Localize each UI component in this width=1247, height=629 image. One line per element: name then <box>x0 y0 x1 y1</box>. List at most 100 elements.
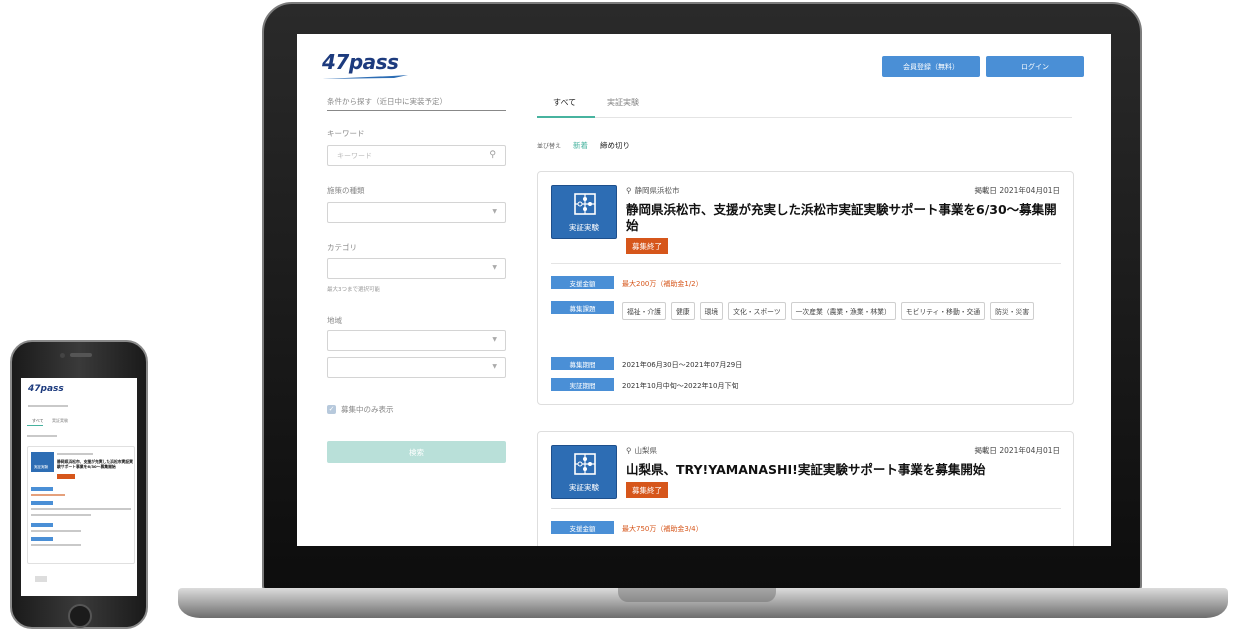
experiment-category-icon: 実証実験 <box>551 445 617 499</box>
region-select-prefecture[interactable]: ▼ <box>327 330 506 351</box>
chevron-down-icon: ▼ <box>492 363 497 370</box>
category-icon-label: 実証実験 <box>569 483 599 492</box>
mobile-tab-indicator <box>27 425 43 426</box>
filter-title: 条件から探す（近日中に実装予定） <box>327 96 506 111</box>
laptop-screen: 47pass 会員登録（無料） ログイン 条件から探す（近日中に実装予定） キー… <box>297 34 1111 546</box>
location-text: 山梨県 <box>634 446 658 455</box>
card-location: ⚲ 山梨県 <box>626 445 657 456</box>
keyword-label: キーワード <box>327 129 365 138</box>
topic-tag[interactable]: 一次産業（農業・漁業・林業） <box>790 302 896 320</box>
experiment-period-label: 実証期間 <box>551 378 614 391</box>
login-button[interactable]: ログイン <box>986 56 1084 77</box>
check-icon: ✓ <box>327 405 336 414</box>
mobile-tag-line <box>31 514 91 516</box>
project-card[interactable]: 実証実験 ⚲ 静岡県浜松市 掲載日 2021年04月01日 静岡県浜松市、支援が… <box>537 171 1074 405</box>
mobile-row-label <box>31 501 53 505</box>
map-pin-icon: ⚲ <box>626 446 632 455</box>
chevron-down-icon: ▼ <box>492 208 497 215</box>
recruit-period-value: 2021年06月30日〜2021年07月29日 <box>622 361 743 369</box>
sort-new-button[interactable]: 新着 <box>573 140 588 151</box>
mobile-row-value <box>31 494 65 496</box>
smartphone: 47pass すべて 実証実験 実証実験 静岡県浜松市、支援が充実した浜松市実証… <box>10 340 148 629</box>
mobile-row-value <box>31 544 81 546</box>
experiment-category-icon: 実証実験 <box>551 185 617 239</box>
mobile-filter-line <box>28 405 68 407</box>
topic-tag[interactable]: モビリティ・移動・交通 <box>900 302 986 320</box>
active-tab-indicator <box>537 116 595 118</box>
topics-label: 募集課題 <box>551 301 614 314</box>
recruiting-only-label: 募集中のみ表示 <box>341 405 394 414</box>
sort-deadline-button[interactable]: 締め切り <box>600 140 630 151</box>
card-divider <box>551 263 1061 264</box>
topic-tag[interactable]: 文化・スポーツ <box>728 302 786 320</box>
category-icon-label: 実証実験 <box>569 223 599 232</box>
phone-camera <box>60 353 65 358</box>
sort-label: 並び替え <box>537 143 562 150</box>
mobile-card-title[interactable]: 静岡県浜松市、支援が充実した浜松市実証実験サポート事業を6/30〜募集開始 <box>57 459 135 469</box>
support-amount-label: 支援金額 <box>551 521 614 534</box>
laptop-notch <box>618 588 776 602</box>
support-amount-value: 最大750万（補助金3/4） <box>622 525 703 533</box>
search-button[interactable]: 検索 <box>327 441 506 463</box>
chevron-down-icon: ▼ <box>492 336 497 343</box>
tab-all[interactable]: すべて <box>553 97 576 108</box>
phone-screen: 47pass すべて 実証実験 実証実験 静岡県浜松市、支援が充実した浜松市実証… <box>21 378 137 596</box>
experiment-period-value: 2021年10月中旬〜2022年10月下旬 <box>622 382 739 390</box>
location-text: 静岡県浜松市 <box>634 186 680 195</box>
mobile-row-value <box>31 530 81 532</box>
chevron-down-icon: ▼ <box>492 264 497 271</box>
map-pin-icon: ⚲ <box>626 186 632 195</box>
mobile-location-line <box>57 453 93 455</box>
site-logo[interactable]: 47pass <box>322 50 408 79</box>
status-badge: 募集終了 <box>626 238 668 254</box>
measure-type-select[interactable]: ▼ <box>327 202 506 223</box>
mobile-sort-line <box>27 435 57 437</box>
status-badge: 募集終了 <box>626 482 668 498</box>
card-posted-date: 掲載日 2021年04月01日 <box>974 186 1060 195</box>
keyword-placeholder: キーワード <box>337 152 372 160</box>
category-note: 最大3つまで選択可能 <box>327 287 380 293</box>
phone-speaker <box>70 353 92 357</box>
mobile-puzzle-icon: 実証実験 <box>31 452 54 472</box>
card-title[interactable]: 山梨県、TRY!YAMANASHI!実証実験サポート事業を募集開始 <box>626 462 1066 478</box>
phone-home-button[interactable] <box>68 604 92 628</box>
mobile-row-label <box>31 537 53 541</box>
puzzle-icon <box>574 193 596 215</box>
region-select-city[interactable]: ▼ <box>327 357 506 378</box>
card-divider <box>551 508 1061 509</box>
support-amount-label: 支援金額 <box>551 276 614 289</box>
region-label: 地域 <box>327 316 342 325</box>
mobile-row-label <box>31 487 53 491</box>
card-title[interactable]: 静岡県浜松市、支援が充実した浜松市実証実験サポート事業を6/30〜募集開始 <box>626 202 1066 234</box>
project-card[interactable]: 実証実験 ⚲ 山梨県 掲載日 2021年04月01日 山梨県、TRY!YAMAN… <box>537 431 1074 546</box>
tab-experiment[interactable]: 実証実験 <box>607 97 639 108</box>
mobile-project-card[interactable]: 実証実験 静岡県浜松市、支援が充実した浜松市実証実験サポート事業を6/30〜募集… <box>27 446 135 564</box>
measure-type-label: 施策の種類 <box>327 186 365 195</box>
sort-bar: 並び替え 新着 締め切り <box>537 140 630 151</box>
category-label: カテゴリ <box>327 243 357 252</box>
topic-tag[interactable]: 環境 <box>699 302 724 320</box>
register-button[interactable]: 会員登録（無料） <box>882 56 980 77</box>
topic-tag[interactable]: 健康 <box>670 302 695 320</box>
puzzle-icon <box>574 453 596 475</box>
filter-sidebar: 条件から探す（近日中に実装予定） キーワード キーワード ⚲ 施策の種類 ▼ カ… <box>327 96 507 463</box>
category-select[interactable]: ▼ <box>327 258 506 279</box>
card-location: ⚲ 静岡県浜松市 <box>626 185 680 196</box>
topic-tag[interactable]: 防災・災害 <box>990 302 1035 320</box>
mobile-tab-experiment[interactable]: 実証実験 <box>52 418 68 424</box>
device-mockup-stage: 47pass 会員登録（無料） ログイン 条件から探す（近日中に実装予定） キー… <box>0 0 1247 629</box>
mobile-tab-all[interactable]: すべて <box>32 418 44 424</box>
recruiting-only-checkbox[interactable]: ✓ 募集中のみ表示 <box>327 404 394 415</box>
card-posted-date: 掲載日 2021年04月01日 <box>974 446 1060 455</box>
mobile-row-label <box>31 523 53 527</box>
mobile-tag-line <box>31 508 131 510</box>
mobile-status-badge <box>57 474 75 479</box>
topic-tag[interactable]: 福祉・介護 <box>622 302 666 320</box>
category-tabs: すべて 実証実験 <box>537 92 1072 118</box>
keyword-input[interactable]: キーワード ⚲ <box>327 145 506 166</box>
mobile-logo[interactable]: 47pass <box>28 384 64 394</box>
logo-swoosh-icon <box>322 75 408 79</box>
mobile-scroll-top-button[interactable] <box>35 576 47 582</box>
search-icon[interactable]: ⚲ <box>489 150 496 160</box>
mobile-icon-label: 実証実験 <box>34 465 48 469</box>
